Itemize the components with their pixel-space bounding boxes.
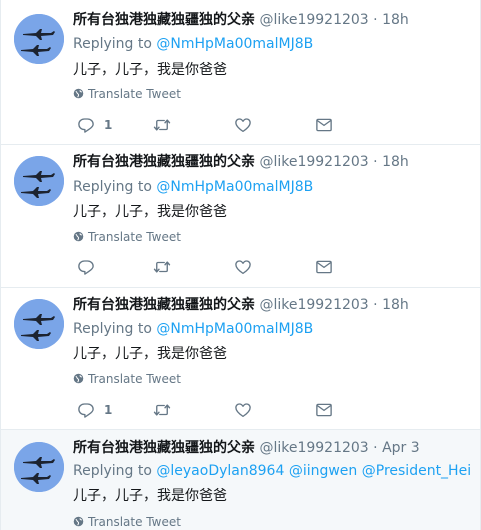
retweet-button[interactable] — [153, 400, 171, 420]
like-button[interactable] — [234, 115, 252, 135]
tweet-header: 所有台独港独藏独疆独的父亲 @like19921203 · 18h — [73, 295, 472, 315]
jet-silhouette-icon — [14, 156, 64, 206]
tweet[interactable]: 所有台独港独藏独疆独的父亲 @like19921203 · 18h Replyi… — [1, 145, 480, 288]
globe-icon — [73, 516, 84, 527]
jet-silhouette-icon — [14, 14, 64, 64]
tweet-header: 所有台独港独藏独疆独的父亲 @like19921203 · 18h — [73, 152, 472, 172]
translate-tweet-link[interactable]: Translate Tweet — [73, 514, 181, 530]
tweet[interactable]: 所有台独港独藏独疆独的父亲 @like19921203 · 18h Replyi… — [1, 288, 480, 430]
replying-to: Replying to @NmHpMa00malMJ8B — [73, 319, 472, 339]
retweet-icon — [153, 404, 171, 416]
globe-icon — [73, 88, 84, 99]
replying-label: Replying to — [73, 179, 152, 195]
reply-count: 1 — [104, 118, 113, 132]
reply-button[interactable]: 1 — [77, 115, 112, 135]
globe-icon — [73, 373, 84, 384]
tweet-text: 儿子，儿子，我是你爸爸 — [73, 488, 227, 504]
user-handle[interactable]: @like19921203 — [259, 12, 368, 28]
replying-label: Replying to — [73, 36, 152, 52]
reply-icon — [78, 118, 94, 133]
mention-link[interactable]: @President_Heine — [362, 463, 472, 479]
display-name[interactable]: 所有台独港独藏独疆独的父亲 — [73, 12, 255, 28]
globe-icon — [73, 231, 84, 242]
tweet-time[interactable]: 18h — [382, 154, 409, 170]
heart-icon — [235, 118, 251, 133]
tweet-time[interactable]: Apr 3 — [382, 440, 420, 456]
translate-tweet-link[interactable]: Translate Tweet — [73, 229, 181, 245]
user-handle[interactable]: @like19921203 — [259, 297, 368, 313]
translate-tweet-link[interactable]: Translate Tweet — [73, 371, 181, 387]
reply-count: 1 — [104, 403, 113, 417]
separator: · — [373, 154, 378, 170]
retweet-icon — [153, 119, 171, 131]
separator: · — [373, 297, 378, 313]
dm-button[interactable] — [315, 400, 333, 420]
envelope-icon — [316, 118, 332, 132]
envelope-icon — [316, 260, 332, 274]
heart-icon — [235, 403, 251, 418]
avatar[interactable] — [14, 442, 64, 492]
tweet-actions — [73, 257, 472, 277]
display-name[interactable]: 所有台独港独藏独疆独的父亲 — [73, 297, 255, 313]
mention-link[interactable]: @NmHpMa00malMJ8B — [156, 36, 313, 52]
retweet-button[interactable] — [153, 115, 171, 135]
replying-label: Replying to — [73, 463, 152, 479]
replying-to: Replying to @leyaoDylan8964 @iingwen @Pr… — [73, 461, 472, 481]
replying-to: Replying to @NmHpMa00malMJ8B — [73, 177, 472, 197]
reply-button[interactable] — [77, 257, 104, 277]
mention-link[interactable]: @NmHpMa00malMJ8B — [156, 179, 313, 195]
translate-tweet-link[interactable]: Translate Tweet — [73, 86, 181, 102]
reply-icon — [78, 403, 94, 418]
translate-label: Translate Tweet — [88, 515, 181, 529]
jet-silhouette-icon — [14, 299, 64, 349]
user-handle[interactable]: @like19921203 — [259, 440, 368, 456]
tweet-text: 儿子，儿子，我是你爸爸 — [73, 346, 227, 362]
tweet[interactable]: 所有台独港独藏独疆独的父亲 @like19921203 · 18h Replyi… — [1, 0, 480, 145]
tweet-feed: 所有台独港独藏独疆独的父亲 @like19921203 · 18h Replyi… — [0, 0, 481, 530]
replying-label: Replying to — [73, 321, 152, 337]
dm-button[interactable] — [315, 257, 333, 277]
heart-icon — [235, 260, 251, 275]
tweet-text: 儿子，儿子，我是你爸爸 — [73, 204, 227, 220]
avatar[interactable] — [14, 156, 64, 206]
user-handle[interactable]: @like19921203 — [259, 154, 368, 170]
mention-link[interactable]: @NmHpMa00malMJ8B — [156, 321, 313, 337]
mention-link[interactable]: @leyaoDylan8964 — [156, 463, 284, 479]
translate-label: Translate Tweet — [88, 87, 181, 101]
envelope-icon — [316, 403, 332, 417]
display-name[interactable]: 所有台独港独藏独疆独的父亲 — [73, 154, 255, 170]
mention-link[interactable]: @iingwen — [289, 463, 357, 479]
display-name[interactable]: 所有台独港独藏独疆独的父亲 — [73, 440, 255, 456]
tweet[interactable]: 所有台独港独藏独疆独的父亲 @like19921203 · Apr 3 Repl… — [1, 430, 480, 530]
separator: · — [373, 440, 378, 456]
translate-label: Translate Tweet — [88, 372, 181, 386]
tweet-time[interactable]: 18h — [382, 297, 409, 313]
tweet-header: 所有台独港独藏独疆独的父亲 @like19921203 · 18h — [73, 10, 472, 30]
tweet-time[interactable]: 18h — [382, 12, 409, 28]
tweet-actions: 1 — [73, 400, 472, 420]
dm-button[interactable] — [315, 115, 333, 135]
tweet-header: 所有台独港独藏独疆独的父亲 @like19921203 · Apr 3 — [73, 438, 472, 458]
tweet-actions: 1 — [73, 115, 472, 135]
reply-button[interactable]: 1 — [77, 400, 112, 420]
retweet-button[interactable] — [153, 257, 171, 277]
avatar[interactable] — [14, 299, 64, 349]
separator: · — [373, 12, 378, 28]
avatar[interactable] — [14, 14, 64, 64]
retweet-icon — [153, 261, 171, 273]
like-button[interactable] — [234, 400, 252, 420]
jet-silhouette-icon — [14, 442, 64, 492]
like-button[interactable] — [234, 257, 252, 277]
reply-icon — [78, 260, 94, 275]
tweet-text: 儿子，儿子，我是你爸爸 — [73, 62, 227, 78]
replying-to: Replying to @NmHpMa00malMJ8B — [73, 34, 472, 54]
translate-label: Translate Tweet — [88, 230, 181, 244]
